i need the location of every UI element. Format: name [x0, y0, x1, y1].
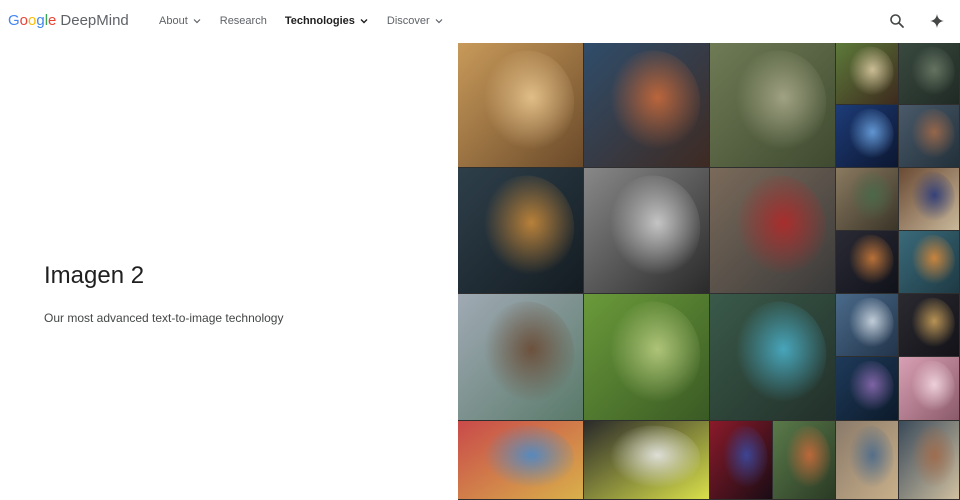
header-actions [888, 12, 946, 30]
logo-letter: g [36, 12, 45, 29]
mosaic-image-small-collage-b [899, 421, 960, 500]
google-wordmark: Google [8, 12, 56, 30]
mosaic-image-plant-and-chair [899, 43, 960, 105]
mosaic-image-bird-on-branch [773, 421, 836, 500]
mosaic-image-cartoon-viking-fox [899, 231, 960, 294]
mosaic-image-night-street-lamps [836, 231, 899, 294]
mosaic-image-cherry-blossoms [899, 357, 960, 421]
mosaic-image-arched-room-interior [836, 168, 899, 231]
mosaic-image-city-street-vertical [899, 105, 960, 168]
chevron-down-icon [192, 16, 202, 26]
mosaic-image-red-face-neon [710, 421, 773, 500]
mosaic-image-clouds-over-lake [836, 294, 899, 357]
page-title: Imagen 2 [44, 262, 145, 289]
nav-item-research[interactable]: Research [220, 13, 267, 29]
nav-item-discover[interactable]: Discover [387, 13, 444, 29]
logo-letter: G [8, 12, 20, 29]
search-icon[interactable] [888, 12, 906, 30]
mosaic-image-green-hills-horses [584, 294, 710, 421]
nav-item-label: About [159, 15, 188, 27]
nav-item-label: Discover [386, 15, 430, 27]
mosaic-image-small-collage-a [836, 421, 899, 500]
mosaic-image-sneaker-closeup [584, 421, 710, 500]
nav-item-label: Research [219, 15, 267, 27]
image-mosaic [458, 43, 960, 500]
mosaic-image-cyclists-race [710, 294, 836, 421]
mosaic-image-hand-waving-street [710, 168, 836, 294]
logo-letter: o [19, 12, 29, 29]
chevron-down-icon [359, 16, 369, 26]
logo-letter: e [48, 12, 57, 29]
mosaic-image-village-house-dusk [899, 294, 960, 357]
mosaic-image-armored-warrior-flag [710, 43, 836, 168]
nav-item-technologies[interactable]: Technologies [285, 13, 369, 29]
page-subtitle: Our most advanced text-to-image technolo… [44, 311, 284, 325]
deepmind-wordmark: DeepMind [60, 12, 129, 29]
mosaic-image-jellyfish-underwater [836, 357, 899, 421]
mosaic-image-concert-crowd-blue [836, 105, 899, 168]
mosaic-image-alley-night-lanterns [458, 168, 584, 294]
mosaic-image-young-man-portrait [458, 294, 584, 421]
mosaic-image-colorful-city-painting [458, 421, 584, 500]
mosaic-image-bowl-of-blueberries [899, 168, 960, 231]
nav-item-about[interactable]: About [159, 13, 202, 29]
site-header: Google DeepMind About Research Technolog… [0, 0, 960, 43]
main-nav: About Research Technologies Discover [159, 13, 462, 29]
nav-item-label: Technologies [284, 15, 355, 27]
mosaic-image-woman-portrait-colorful [584, 43, 710, 168]
hero-section: Imagen 2 Our most advanced text-to-image… [44, 260, 424, 326]
mosaic-image-elderly-couple-bw [584, 168, 710, 294]
mosaic-image-smiling-woman-portrait [836, 43, 899, 105]
sparkle-icon[interactable] [928, 12, 946, 30]
chevron-down-icon [434, 16, 444, 26]
google-deepmind-logo[interactable]: Google DeepMind [8, 12, 129, 30]
mosaic-image-giraffes-and-zebra [458, 43, 584, 168]
